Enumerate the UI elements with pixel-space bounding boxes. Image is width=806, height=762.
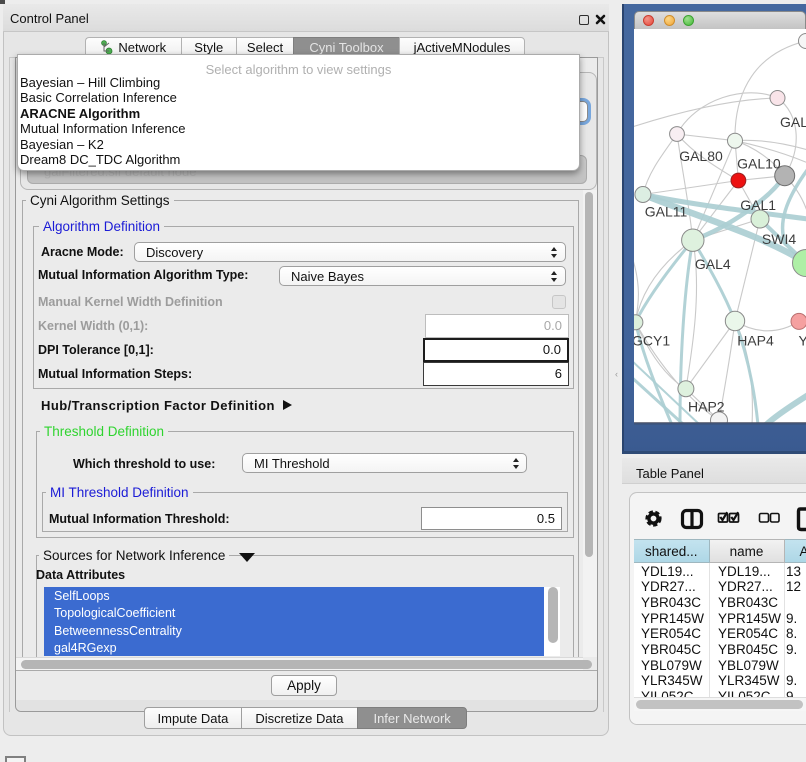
svg-text:GAL10: GAL10 [737,156,781,172]
svg-text:GAL4: GAL4 [695,256,731,272]
svg-text:GAL11: GAL11 [645,204,688,220]
svg-text:GAL: GAL [780,114,806,130]
svg-text:GAL80: GAL80 [679,148,723,164]
svg-text:GCY1: GCY1 [634,333,670,349]
svg-text:HAP2: HAP2 [688,398,725,414]
svg-text:Y: Y [799,333,806,349]
svg-text:HAP4: HAP4 [737,333,774,349]
svg-text:GAL1: GAL1 [740,197,776,213]
svg-text:SWI4: SWI4 [762,231,796,247]
